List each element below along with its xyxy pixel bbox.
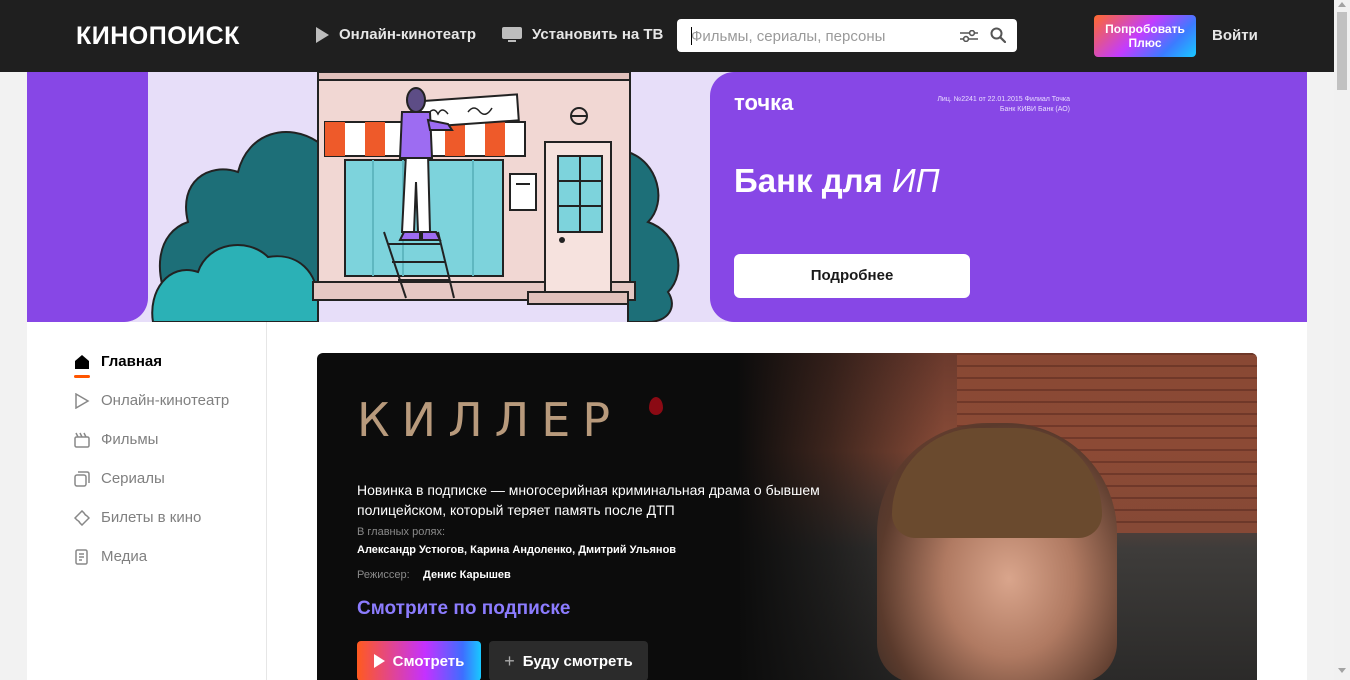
page: КИНОПОИСК Онлайн-кинотеатр Установить на…: [0, 0, 1350, 680]
left-sidebar: [27, 322, 267, 680]
sidebar-item-label: Сериалы: [101, 470, 165, 487]
try-plus-button[interactable]: Попробовать Плюс: [1094, 15, 1196, 57]
sidebar-item-label: Билеты в кино: [101, 509, 202, 526]
top-header: КИНОПОИСК Онлайн-кинотеатр Установить на…: [0, 0, 1334, 72]
series-icon: [74, 470, 90, 487]
storefront-illustration: [151, 72, 680, 322]
sidebar-item-tickets[interactable]: Билеты в кино: [74, 509, 201, 526]
cast-value: Александр Устюгов, Карина Андоленко, Дми…: [357, 544, 677, 556]
bank-logo[interactable]: точка: [734, 90, 793, 116]
page-scrollbar[interactable]: [1334, 0, 1350, 680]
banner-title: Банк для ИП: [734, 162, 940, 200]
sidebar-item-label: Фильмы: [101, 431, 159, 448]
scroll-up-arrow-icon[interactable]: [1338, 2, 1346, 7]
plus-icon: +: [504, 650, 515, 671]
ticket-icon: [74, 509, 90, 526]
ad-banner[interactable]: [27, 72, 1307, 322]
scroll-down-arrow-icon[interactable]: [1338, 668, 1346, 673]
sidebar-item-films[interactable]: Фильмы: [74, 431, 158, 448]
login-link[interactable]: Войти: [1212, 27, 1258, 44]
play-outline-icon: [75, 392, 90, 409]
sidebar-item-series[interactable]: Сериалы: [74, 470, 165, 487]
play-icon: [373, 654, 385, 668]
search-icon[interactable]: [990, 27, 1006, 43]
watch-later-button[interactable]: + Буду смотреть: [489, 641, 648, 680]
blood-drop-icon: [649, 397, 663, 415]
feature-description: Новинка в подписке — многосерийная крими…: [357, 482, 820, 518]
nav-online-cinema[interactable]: Онлайн-кинотеатр: [316, 26, 476, 43]
feature-card[interactable]: КИЛЛЕР Новинка в подписке — многосерийна…: [317, 353, 1257, 680]
filter-sliders-icon[interactable]: [960, 30, 978, 42]
sidebar-item-label: Главная: [101, 353, 163, 370]
bank-license-text: Лиц. №2241 от 22.01.2015 Филиал Точка Ба…: [937, 96, 1070, 113]
sidebar-item-media[interactable]: Медиа: [74, 548, 147, 565]
watch-button-label: Смотреть: [392, 652, 465, 670]
nav-install-tv[interactable]: Установить на ТВ: [502, 26, 663, 43]
sidebar-item-label: Медиа: [101, 548, 148, 565]
director-label: Режиссер:: [357, 569, 410, 581]
banner-more-button[interactable]: Подробнее: [734, 254, 970, 298]
sidebar-item-online-cinema[interactable]: Онлайн-кинотеатр: [74, 392, 229, 409]
play-icon: [316, 26, 329, 43]
scroll-thumb[interactable]: [1337, 12, 1347, 90]
nav-tv-label: Установить на ТВ: [532, 26, 664, 43]
banner-title-main: Банк для: [734, 162, 893, 199]
active-indicator: [74, 375, 90, 378]
subscription-cta: Смотрите по подписке: [357, 598, 571, 619]
search-input[interactable]: [691, 25, 941, 47]
nav-online-label: Онлайн-кинотеатр: [339, 26, 476, 43]
feature-title: КИЛЛЕР: [357, 393, 623, 447]
watch-button[interactable]: Смотреть: [357, 641, 481, 680]
text-caret: [691, 27, 692, 45]
tv-icon: [502, 27, 522, 42]
sidebar-item-home[interactable]: Главная: [74, 353, 162, 370]
sidebar-item-label: Онлайн-кинотеатр: [101, 392, 230, 409]
media-icon: [75, 548, 88, 565]
cast-label: В главных ролях:: [357, 526, 446, 538]
kinopoisk-logo[interactable]: КИНОПОИСК: [76, 22, 240, 51]
banner-title-accent: ИП: [892, 162, 940, 199]
director-value: Денис Карышев: [423, 569, 511, 581]
home-icon: [75, 354, 89, 369]
banner-left-panel: [27, 72, 148, 322]
clapperboard-icon: [74, 432, 90, 448]
watch-later-label: Буду смотреть: [522, 652, 633, 670]
